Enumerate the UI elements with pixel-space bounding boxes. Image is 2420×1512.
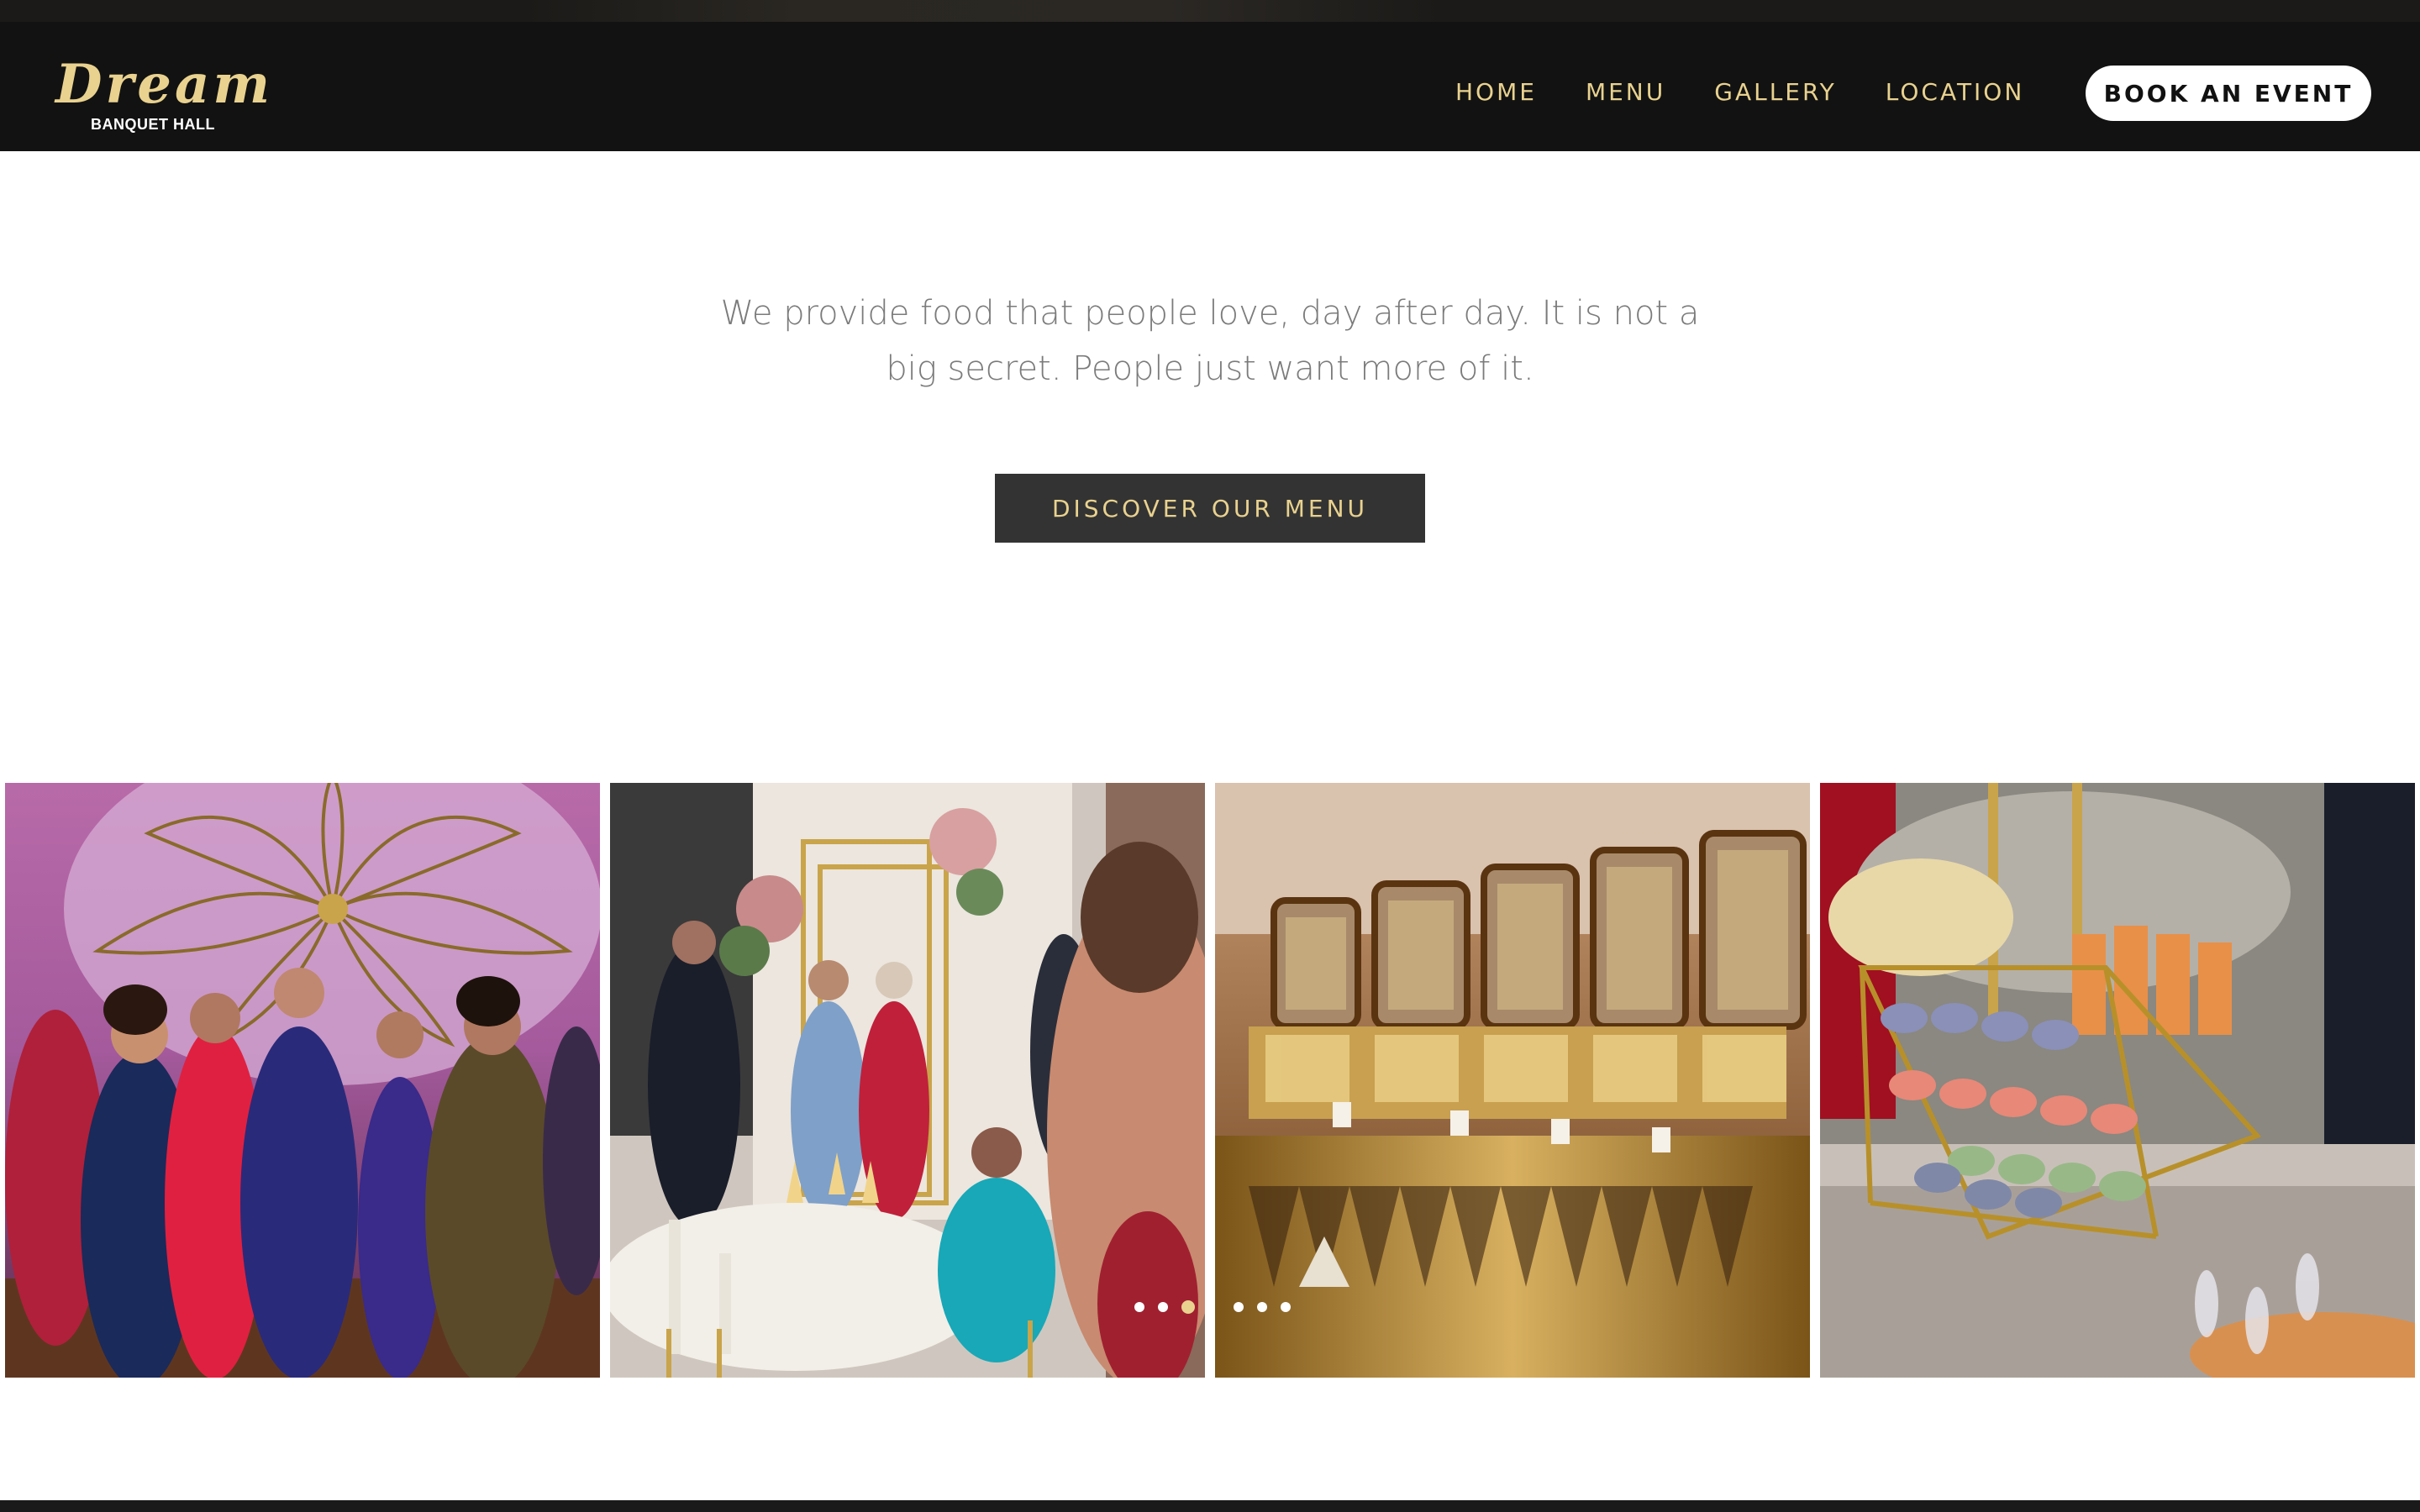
top-image-strip [0, 0, 2420, 22]
intro-section: We provide food that people love, day af… [0, 286, 2420, 396]
nav-home[interactable]: HOME [1455, 77, 1537, 108]
macaron-display-photo [1820, 783, 2415, 1378]
main-nav: HOME MENU GALLERY LOCATION [1455, 77, 2073, 108]
pagination-dot-3-active[interactable] [1181, 1300, 1195, 1314]
pagination-dot-6[interactable] [1281, 1302, 1291, 1312]
gallery-image-dancing-guests[interactable] [5, 783, 600, 1378]
pagination-dot-4[interactable] [1234, 1302, 1244, 1312]
pagination-dot-5[interactable] [1257, 1302, 1267, 1312]
gallery-image-macarons[interactable] [1820, 783, 2415, 1378]
footer-edge [0, 1500, 2420, 1512]
logo-subtitle: BANQUET HALL [91, 116, 215, 133]
photo-gallery [5, 783, 2415, 1378]
dancing-guests-photo [5, 783, 600, 1378]
pagination-dot-1[interactable] [1134, 1302, 1144, 1312]
logo[interactable]: Dream BANQUET HALL [55, 55, 270, 134]
site-header: Dream BANQUET HALL HOME MENU GALLERY LOC… [0, 22, 2420, 151]
pagination-dot-2[interactable] [1158, 1302, 1168, 1312]
logo-script-text: Dream [55, 53, 274, 116]
gallery-pagination [1134, 1300, 1304, 1314]
nav-gallery[interactable]: GALLERY [1714, 77, 1837, 108]
tagline-text: We provide food that people love, day af… [720, 294, 1700, 388]
book-event-button[interactable]: BOOK AN EVENT [2086, 66, 2371, 121]
gallery-image-buffet[interactable] [1215, 783, 1810, 1378]
discover-menu-button[interactable]: DISCOVER OUR MENU [995, 474, 1425, 543]
nav-menu[interactable]: MENU [1586, 77, 1665, 108]
buffet-photo [1215, 783, 1810, 1378]
floral-arch-photo [610, 783, 1205, 1378]
gallery-image-floral-arch[interactable] [610, 783, 1205, 1378]
nav-location[interactable]: LOCATION [1886, 77, 2025, 108]
